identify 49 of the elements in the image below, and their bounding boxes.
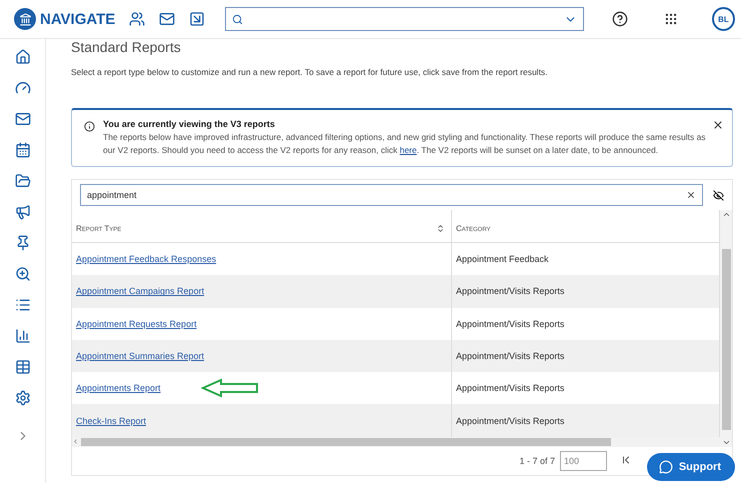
mail-icon[interactable]: [14, 111, 30, 127]
mail-icon[interactable]: [159, 11, 176, 27]
apps-grid-icon[interactable]: [664, 12, 678, 26]
gauge-icon[interactable]: [14, 80, 30, 96]
here-link[interactable]: here: [400, 145, 417, 155]
table-icon[interactable]: [14, 359, 30, 375]
report-link[interactable]: Appointment Summaries Report: [76, 351, 204, 362]
scrollbar[interactable]: [81, 438, 611, 446]
chat-icon: [658, 460, 673, 474]
hide-icon[interactable]: [713, 190, 724, 200]
report-link[interactable]: Check-Ins Report: [76, 416, 146, 426]
chart-icon[interactable]: [14, 328, 30, 344]
first-page-icon[interactable]: [620, 454, 632, 466]
clear-icon[interactable]: [686, 190, 696, 200]
people-icon[interactable]: [129, 11, 146, 27]
report-link[interactable]: Appointments Report: [76, 383, 161, 394]
report-link[interactable]: Appointment Feedback Responses: [76, 254, 216, 264]
logo-icon[interactable]: [14, 8, 36, 30]
page-size-field[interactable]: 100: [560, 450, 607, 471]
arrow-box-icon[interactable]: [189, 11, 206, 27]
zoom-in-icon[interactable]: [14, 266, 30, 282]
megaphone-icon[interactable]: [14, 204, 30, 220]
scroll-up-icon[interactable]: [722, 210, 730, 219]
scrollbar[interactable]: [722, 249, 730, 430]
support-button[interactable]: Support: [646, 453, 735, 481]
banner-text: The reports below have improved infrastructure, advanced filtering options, and new grid styling and functionality. These reports will produce the same results as our V2 reports. Should you need to access the V2 reports for any reason, click here. The V2 reports will be sunset on a later date, to be announced.: [103, 131, 707, 157]
page-title: Standard Reports: [71, 39, 182, 55]
home-icon[interactable]: [14, 49, 30, 65]
sort-icon[interactable]: [436, 224, 445, 233]
close-icon[interactable]: [712, 119, 724, 131]
info-icon: [84, 121, 95, 132]
page-description: Select a report type below to customize and run a new report. To save a report for future use, click save from the report results.: [71, 67, 549, 77]
brand-name: NAVIGATE: [40, 10, 116, 28]
search-field[interactable]: [225, 7, 584, 31]
column-header[interactable]: Report Type: [72, 210, 452, 242]
settings-icon[interactable]: [14, 390, 30, 406]
calendar-icon[interactable]: [14, 142, 30, 158]
report-link[interactable]: Appointment Requests Report: [76, 318, 197, 329]
page-range: 1 - 7 of 7: [519, 456, 555, 466]
user-avatar[interactable]: BL: [712, 7, 735, 31]
folder-icon[interactable]: [14, 173, 30, 189]
report-link[interactable]: Appointment Campaigns Report: [76, 286, 204, 296]
scroll-left-icon[interactable]: [72, 438, 79, 446]
filter-field[interactable]: appointment: [80, 184, 703, 206]
banner-title: You are currently viewing the V3 reports: [103, 119, 275, 129]
pin-icon[interactable]: [14, 235, 30, 251]
help-icon[interactable]: [612, 11, 628, 27]
search-icon: [232, 14, 244, 24]
list-icon[interactable]: [14, 297, 30, 313]
